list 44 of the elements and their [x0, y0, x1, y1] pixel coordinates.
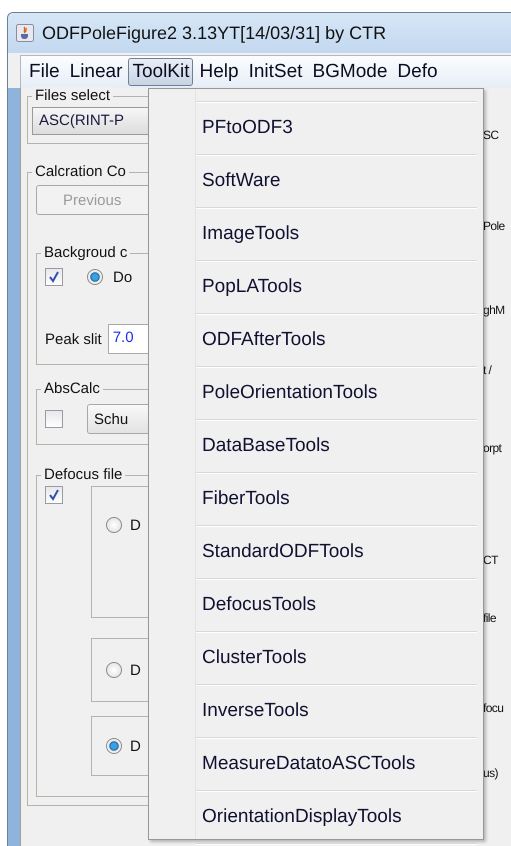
panel-text: us) — [483, 766, 498, 780]
panel-text: CT — [483, 553, 498, 567]
menu-item[interactable]: StandardODFTools — [196, 526, 477, 579]
window-title: ODFPoleFigure2 3.13YT[14/03/31] by CTR — [42, 22, 386, 44]
radio-button[interactable] — [106, 662, 122, 678]
checkbox[interactable] — [45, 268, 63, 286]
menu-item[interactable]: SoftWare — [196, 155, 477, 208]
radio-button[interactable] — [106, 517, 122, 533]
panel-text: Pole — [483, 219, 505, 233]
menu-item[interactable]: OrientationDisplayTools — [196, 791, 477, 844]
menu-item[interactable]: Defo — [393, 58, 442, 86]
cup-icon — [16, 24, 34, 42]
menu-item[interactable]: File — [25, 58, 64, 86]
menu-item[interactable]: Linear — [66, 58, 126, 86]
panel-text: focu — [483, 701, 504, 715]
radio-label: D — [130, 517, 141, 534]
menu-item[interactable]: ImageTools — [196, 208, 477, 261]
menu-item[interactable]: PoleOrientationTools — [196, 367, 477, 420]
menu-item[interactable]: ToolKit — [128, 58, 194, 86]
menu-item[interactable]: DefocusTools — [196, 579, 477, 632]
panel-text: file — [483, 611, 496, 625]
panel-text: orpt — [483, 441, 502, 455]
menu-item[interactable]: PFtoODF3 — [196, 102, 477, 155]
menu-item[interactable]: Help — [195, 58, 243, 86]
menu-item[interactable]: InitSet — [244, 58, 306, 86]
panel-text: ghM — [483, 303, 505, 317]
radio-button[interactable] — [106, 738, 122, 754]
menu-item[interactable]: MeasureDatatoASCTools — [196, 738, 477, 791]
menu-item[interactable]: ClusterTools — [196, 632, 477, 685]
menu-item[interactable]: DataBaseTools — [196, 420, 477, 473]
radio-label: D — [130, 662, 141, 678]
checkbox[interactable] — [45, 486, 63, 504]
menu-item[interactable]: ODFAfterTools — [196, 314, 477, 367]
radio-label: D — [130, 738, 141, 754]
menu-item[interactable]: PopLATools — [196, 261, 477, 314]
group-label: Backgroud c — [41, 244, 130, 261]
menu-item[interactable]: BGMode — [308, 58, 392, 86]
panel-text: SC — [483, 128, 498, 142]
radio-button[interactable] — [87, 269, 103, 285]
menu-item[interactable]: InverseTools — [196, 685, 477, 738]
checkbox[interactable] — [45, 410, 63, 428]
radio-label: Do — [113, 268, 132, 286]
peak-slit-label: Peak slit — [45, 330, 102, 348]
menu-item[interactable]: FiberTools — [196, 473, 477, 526]
